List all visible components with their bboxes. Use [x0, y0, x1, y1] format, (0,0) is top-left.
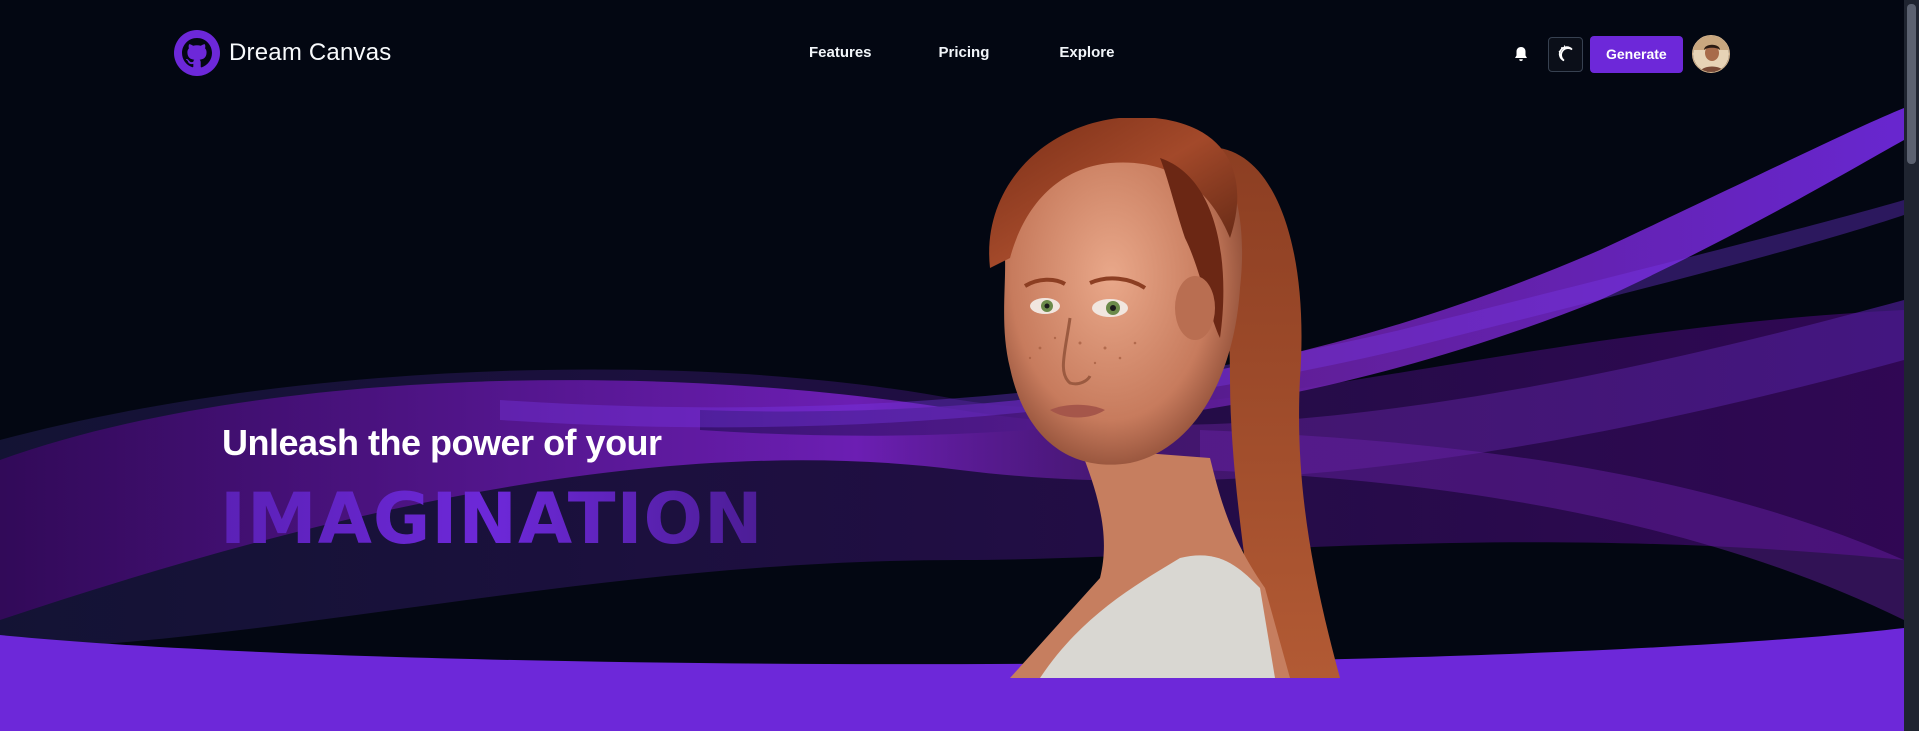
nav-link-pricing[interactable]: Pricing	[939, 44, 990, 61]
main-nav: Features Pricing Explore	[809, 44, 1114, 61]
brand-link[interactable]: Dream Canvas	[174, 30, 391, 76]
hero-subtitle: Unleash the power of your	[222, 422, 662, 463]
portrait-image	[989, 118, 1340, 678]
generate-button[interactable]: Generate	[1590, 35, 1683, 73]
notifications-button[interactable]	[1508, 41, 1534, 67]
avatar-image	[1692, 36, 1729, 72]
bell-icon	[1515, 46, 1527, 61]
top-navbar: Dream Canvas Features Pricing Explore Ge…	[0, 0, 1904, 108]
nav-link-explore[interactable]: Explore	[1059, 44, 1114, 61]
theme-toggle-button[interactable]	[1548, 36, 1583, 72]
landing-page: Dream Canvas Features Pricing Explore Ge…	[0, 0, 1919, 731]
nav-link-features[interactable]: Features	[809, 44, 872, 61]
nav-actions: Generate	[1508, 35, 1730, 73]
user-avatar[interactable]	[1691, 35, 1730, 73]
scrollbar-thumb[interactable]	[1907, 4, 1916, 164]
github-octocat-icon	[174, 30, 220, 76]
page-scrollbar[interactable]	[1904, 0, 1919, 731]
brand-name: Dream Canvas	[229, 39, 392, 66]
hero-headline: IMAGINATION	[220, 478, 764, 560]
moon-stars-icon	[1558, 45, 1573, 62]
